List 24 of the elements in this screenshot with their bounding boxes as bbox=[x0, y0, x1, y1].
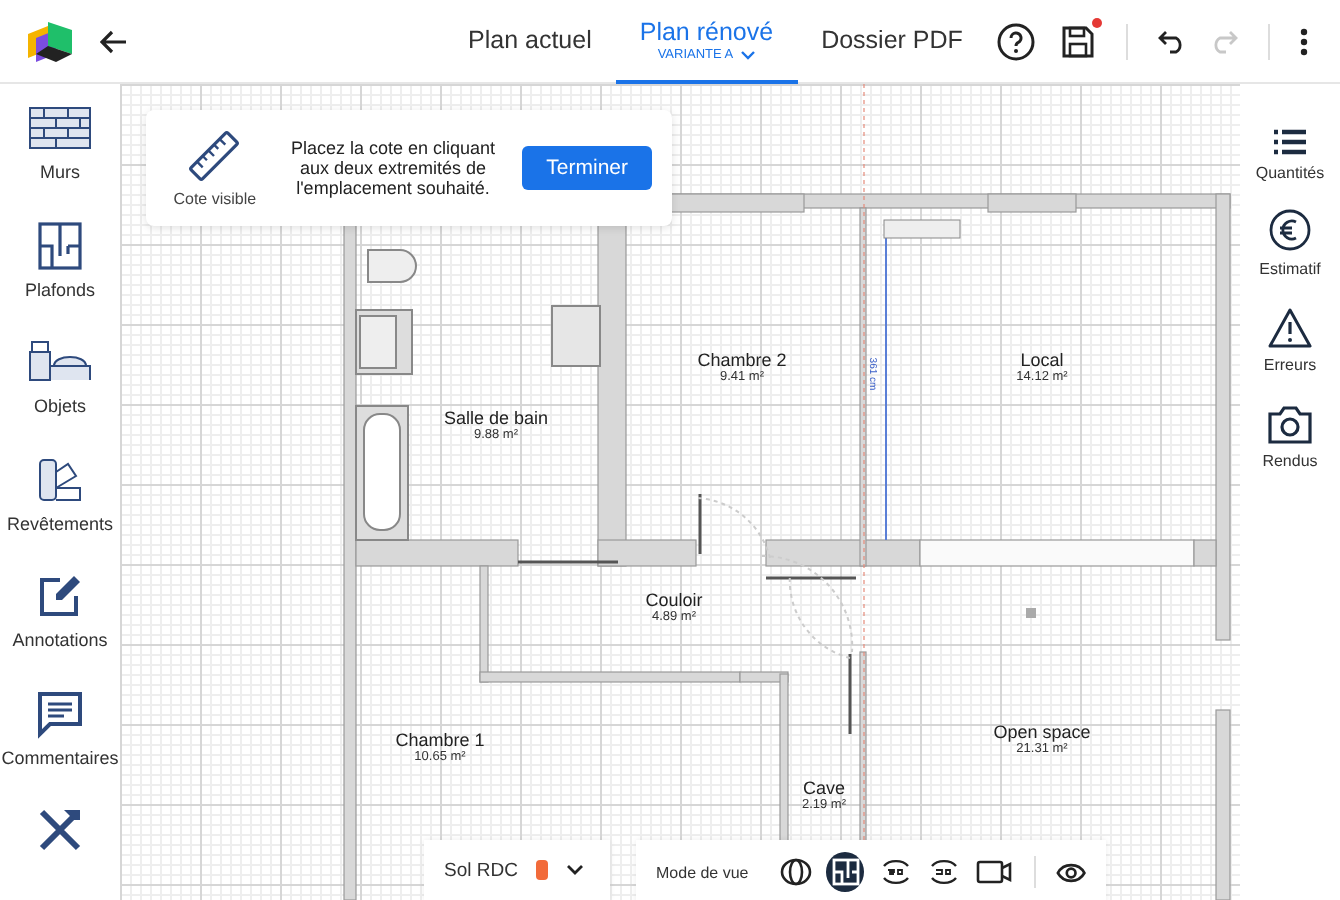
finish-button[interactable]: Terminer bbox=[522, 146, 652, 190]
floor-selector[interactable]: Sol RDC bbox=[424, 840, 610, 900]
sidebar-label[interactable]: Rendus bbox=[1262, 452, 1318, 470]
tab[interactable]: Plan actuel bbox=[444, 0, 616, 83]
room-name: Salle de bain bbox=[443, 408, 549, 428]
room-name: Chambre 2 bbox=[697, 350, 787, 370]
room-name: Chambre 1 bbox=[395, 730, 485, 750]
sidebar-label[interactable]: Murs bbox=[40, 162, 80, 182]
sidebar-label[interactable]: Erreurs bbox=[1263, 356, 1317, 374]
instruction-text: Placez la cote en cliquant aux deux extremités de l'emplacement souhaité. bbox=[288, 138, 498, 198]
tab[interactable]: Dossier PDF bbox=[797, 0, 987, 83]
room-name: Cave bbox=[802, 778, 845, 798]
tool-label: Cote visible bbox=[173, 189, 257, 207]
sidebar-label[interactable]: Quantités bbox=[1255, 164, 1325, 182]
view-mode-label: Mode de vue bbox=[656, 863, 749, 881]
sidebar-label[interactable]: Objets bbox=[33, 396, 86, 417]
sidebar-label[interactable]: Estimatif bbox=[1259, 260, 1321, 278]
sidebar-label[interactable]: Annotations bbox=[12, 630, 108, 651]
sidebar-label[interactable]: Plafonds bbox=[24, 279, 96, 300]
room-name: Couloir bbox=[645, 590, 703, 610]
room-name: Local bbox=[1020, 350, 1064, 370]
sidebar-label[interactable]: Revêtements bbox=[6, 513, 114, 534]
sidebar-label[interactable]: Commentaires bbox=[1, 747, 119, 768]
room-name: Open space bbox=[993, 722, 1091, 742]
